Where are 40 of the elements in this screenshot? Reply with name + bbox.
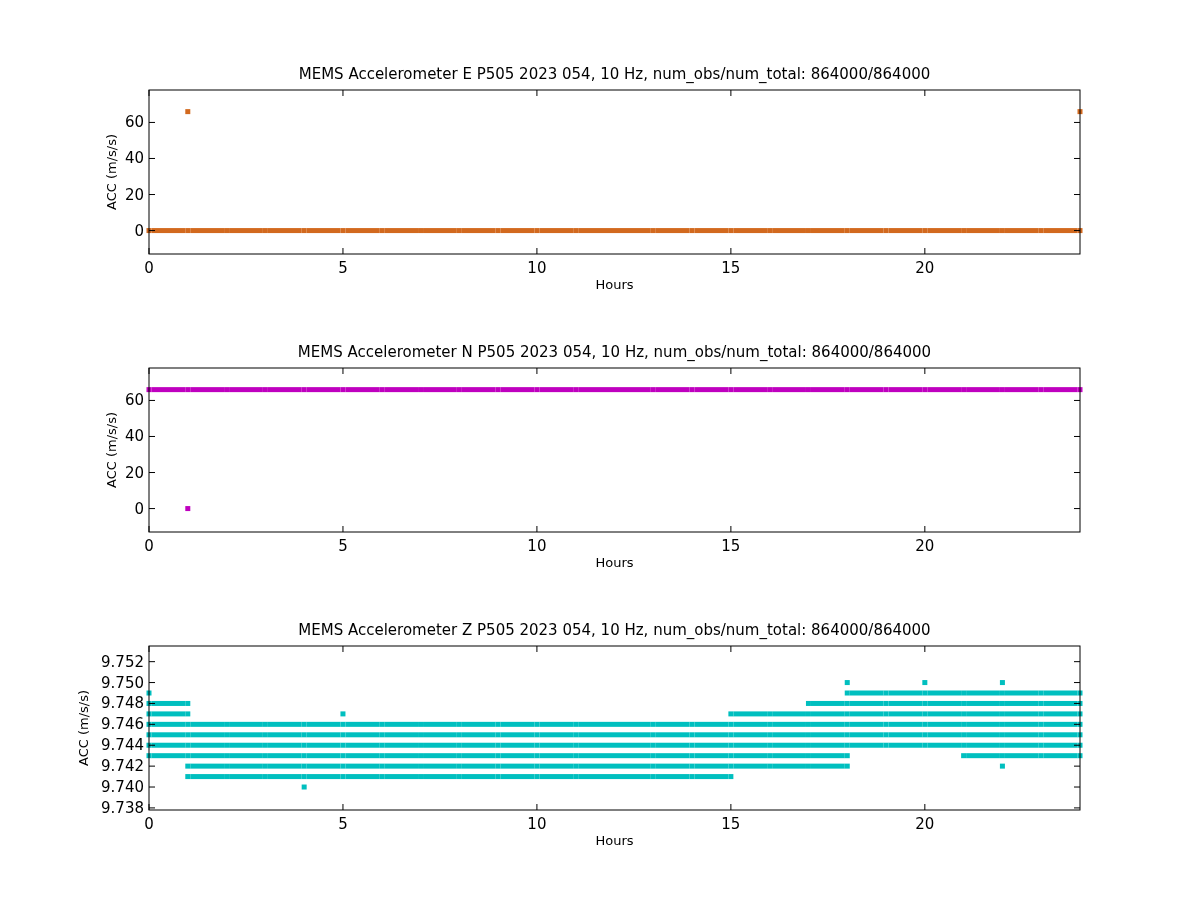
tick-label: 15 (721, 815, 741, 833)
tick-label: 20 (124, 185, 144, 204)
tick-label: 10 (527, 259, 547, 277)
tick-label: 20 (915, 815, 935, 833)
tick-label: 0 (134, 499, 144, 518)
chart-title: MEMS Accelerometer E P505 2023 054, 10 Hz, num_obs/num_total: 864000/864000 (298, 65, 931, 83)
axis-label: ACC (m/s/s) (104, 411, 119, 489)
tick-label: 9.750 (101, 673, 144, 692)
tick-label: 10 (527, 815, 547, 833)
tick-label: 10 (527, 537, 547, 555)
tick-label: 20 (124, 463, 144, 482)
tick-label: 9.744 (101, 736, 144, 755)
tick-label: 9.738 (101, 798, 144, 817)
tick-label: 5 (338, 537, 348, 555)
tick-label: 9.746 (101, 715, 144, 734)
tick-label: 0 (144, 259, 154, 277)
tick-label: 60 (124, 391, 144, 410)
chart-title: MEMS Accelerometer Z P505 2023 054, 10 Hz, num_obs/num_total: 864000/864000 (298, 621, 931, 639)
axis-label: ACC (m/s/s) (104, 133, 119, 211)
tick-label: 9.742 (101, 757, 144, 776)
axis-label: Hours (595, 833, 634, 848)
tick-label: 40 (124, 149, 144, 168)
axis-label: ACC (m/s/s) (76, 689, 91, 767)
tick-label: 40 (124, 427, 144, 446)
tick-label: 15 (721, 537, 741, 555)
tick-label: 20 (915, 259, 935, 277)
tick-label: 0 (134, 221, 144, 240)
tick-label: 20 (915, 537, 935, 555)
tick-label: 60 (124, 113, 144, 132)
chart-title: MEMS Accelerometer N P505 2023 054, 10 Hz, num_obs/num_total: 864000/864000 (297, 343, 932, 361)
tick-label: 0 (144, 537, 154, 555)
tick-label: 5 (338, 259, 348, 277)
axis-label: Hours (595, 277, 634, 292)
tick-label: 5 (338, 815, 348, 833)
tick-label: 9.748 (101, 694, 144, 713)
tick-label: 15 (721, 259, 741, 277)
tick-label: 9.752 (101, 652, 144, 671)
tick-label: 9.740 (101, 778, 144, 796)
tick-label: 0 (144, 815, 154, 833)
axis-label: Hours (595, 555, 634, 570)
